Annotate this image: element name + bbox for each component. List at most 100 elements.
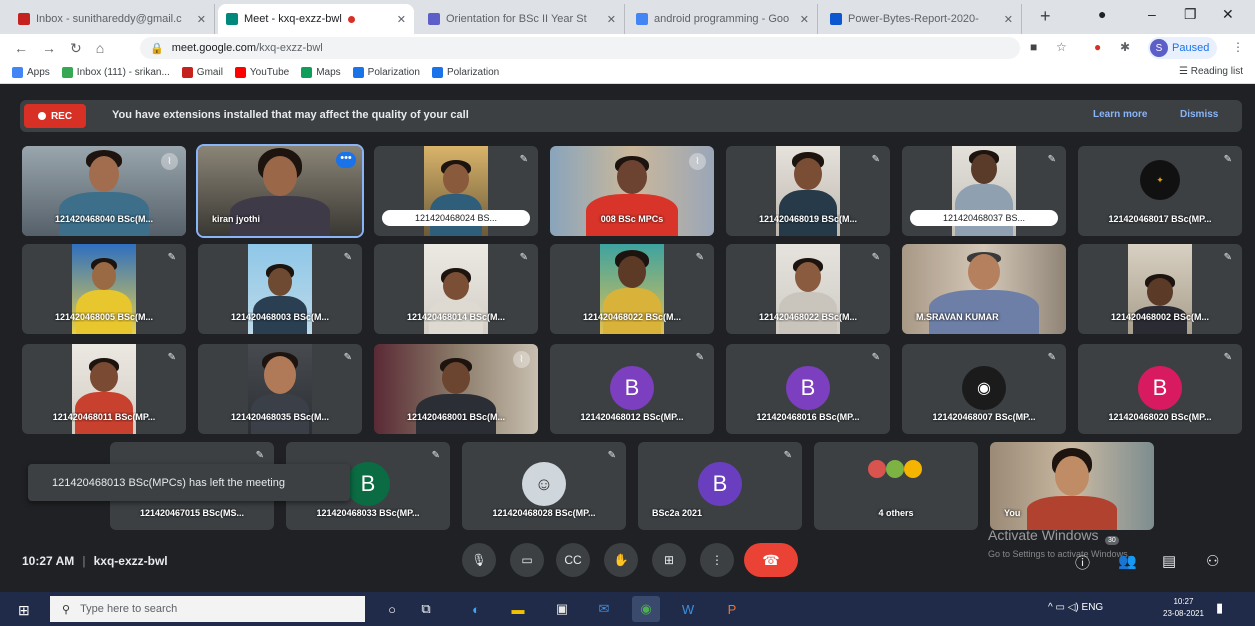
mic-icon[interactable]: ⌇ xyxy=(513,351,530,368)
mic-off-icon[interactable]: ✎ xyxy=(784,450,792,461)
participant-tile[interactable]: ✎ 121420468002 BSc(M... xyxy=(1078,244,1242,334)
mic-off-icon[interactable]: ✎ xyxy=(1224,352,1232,363)
bookmark-inbox[interactable]: Inbox (111) - srikan... xyxy=(61,67,170,78)
leave-call-button[interactable]: ☎ xyxy=(744,543,798,577)
mic-off-icon[interactable]: ✎ xyxy=(872,352,880,363)
mic-off-icon[interactable]: ✎ xyxy=(696,252,704,263)
present-button[interactable]: ⊞ xyxy=(652,543,686,577)
participant-tile[interactable]: ✎ 121420468024 BS... xyxy=(374,146,538,236)
bookmark-polarization-2[interactable]: Polarization xyxy=(431,67,499,78)
dismiss-button[interactable]: Dismiss xyxy=(1180,109,1218,120)
participant-tile[interactable]: B ✎ 121420468016 BSc(MP... xyxy=(726,344,890,434)
powerpoint-icon[interactable]: P xyxy=(718,596,746,622)
task-view-icon[interactable]: ⧉ xyxy=(412,596,440,622)
participant-tile[interactable]: ✎ 121420468022 BSc(M... xyxy=(550,244,714,334)
mic-icon[interactable]: ⌇ xyxy=(161,153,178,170)
mic-off-icon[interactable]: ✎ xyxy=(872,252,880,263)
participant-tile[interactable]: ✎ 121420468011 BSc(MP... xyxy=(22,344,186,434)
close-window-button[interactable]: ✕ xyxy=(1222,6,1234,23)
participant-tile[interactable]: ✎ 121420468005 BSc(M... xyxy=(22,244,186,334)
profile-button[interactable]: S Paused xyxy=(1148,37,1218,59)
close-icon[interactable]: ✕ xyxy=(794,13,809,26)
close-icon[interactable]: ✕ xyxy=(601,13,616,26)
participant-tile[interactable]: ✦ ✎ 121420468017 BSc(MP... xyxy=(1078,146,1242,236)
url-field[interactable]: 🔒 meet.google.com/kxq-exzz-bwl xyxy=(140,37,1020,59)
raise-hand-button[interactable]: ✋ xyxy=(604,543,638,577)
participant-tile[interactable]: ✎ 121420468037 BS... xyxy=(902,146,1066,236)
mail-icon[interactable]: ✉ xyxy=(590,596,618,622)
activities-button[interactable]: ⚇ xyxy=(1206,552,1219,570)
bookmark-polarization-1[interactable]: Polarization xyxy=(352,67,420,78)
tab-gmail[interactable]: Inbox - sunithareddy@gmail.c ✕ xyxy=(10,4,215,34)
new-tab-button[interactable]: + xyxy=(1040,6,1051,27)
people-button[interactable]: 👥 xyxy=(1118,552,1137,570)
mic-off-icon[interactable]: ✎ xyxy=(256,450,264,461)
mic-off-icon[interactable]: ✎ xyxy=(1048,352,1056,363)
participant-tile[interactable]: ⌇ 121420468040 BSc(M... xyxy=(22,146,186,236)
participant-tile[interactable]: ✎ 121420468014 BSc(M... xyxy=(374,244,538,334)
participant-tile[interactable]: B ✎ 121420468012 BSc(MP... xyxy=(550,344,714,434)
participant-tile[interactable]: ◉ ✎ 121420468007 BSc(MP... xyxy=(902,344,1066,434)
reload-icon[interactable]: ↻ xyxy=(70,40,82,57)
self-view-tile[interactable]: You xyxy=(990,442,1154,530)
profile-dot-icon[interactable]: ● xyxy=(1098,6,1106,22)
participant-tile[interactable]: ☺ ✎ 121420468028 BSc(MP... xyxy=(462,442,626,530)
file-explorer-icon[interactable]: ▬ xyxy=(504,596,532,622)
bookmark-youtube[interactable]: YouTube xyxy=(234,67,289,78)
windows-start-icon[interactable]: ⊞ xyxy=(18,602,30,619)
edge-icon[interactable]: ◐ xyxy=(462,596,490,622)
tab-google-search[interactable]: android programming - Goo ✕ xyxy=(628,4,818,34)
participant-tile[interactable]: B ✎ BSc2a 2021 xyxy=(638,442,802,530)
tab-power-bytes[interactable]: Power-Bytes-Report-2020- ✕ xyxy=(822,4,1022,34)
mic-off-icon[interactable]: ✎ xyxy=(168,252,176,263)
notification-icon[interactable]: ▮ xyxy=(1216,600,1223,616)
mic-button[interactable]: 🎙 xyxy=(462,543,496,577)
chat-button[interactable]: ▤ xyxy=(1162,552,1176,570)
bookmark-maps[interactable]: Maps xyxy=(301,67,341,78)
cortana-icon[interactable]: ○ xyxy=(378,596,406,622)
mic-icon[interactable]: ⌇ xyxy=(689,153,706,170)
menu-icon[interactable]: ⋮ xyxy=(1232,40,1244,54)
mic-off-icon[interactable]: ✎ xyxy=(344,252,352,263)
mic-off-icon[interactable]: ✎ xyxy=(520,154,528,165)
learn-more-link[interactable]: Learn more xyxy=(1093,109,1147,120)
chrome-icon[interactable]: ◉ xyxy=(632,596,660,622)
participant-tile[interactable]: ✎ 121420468035 BSc(M... xyxy=(198,344,362,434)
mic-off-icon[interactable]: ✎ xyxy=(696,352,704,363)
mic-off-icon[interactable]: ✎ xyxy=(344,352,352,363)
bookmark-gmail[interactable]: Gmail xyxy=(181,67,223,78)
taskbar-search[interactable]: ⚲ Type here to search xyxy=(50,596,365,622)
mic-off-icon[interactable]: ✎ xyxy=(168,352,176,363)
participant-tile[interactable]: ⌇ 008 BSc MPCs xyxy=(550,146,714,236)
participant-tile[interactable]: B ✎ 121420468020 BSc(MP... xyxy=(1078,344,1242,434)
mic-off-icon[interactable]: ✎ xyxy=(1048,154,1056,165)
bookmark-apps[interactable]: Apps xyxy=(12,67,50,78)
puzzle-icon[interactable]: ✱ xyxy=(1120,40,1130,54)
participant-tile[interactable]: ✎ 121420468003 BSc(M... xyxy=(198,244,362,334)
mic-off-icon[interactable]: ✎ xyxy=(608,450,616,461)
back-icon[interactable]: ← xyxy=(14,40,28,56)
forward-icon[interactable]: → xyxy=(42,40,56,56)
participant-tile[interactable]: ✎ 121420468022 BSc(M... xyxy=(726,244,890,334)
close-icon[interactable]: ✕ xyxy=(998,13,1013,26)
close-icon[interactable]: ✕ xyxy=(191,13,206,26)
system-tray[interactable]: ^ ▭ ◁) ENG xyxy=(1048,602,1103,613)
star-icon[interactable]: ☆ xyxy=(1056,40,1067,54)
camera-button[interactable]: ▭ xyxy=(510,543,544,577)
participant-tile[interactable]: M.SRAVAN KUMAR xyxy=(902,244,1066,334)
mic-off-icon[interactable]: ✎ xyxy=(1224,154,1232,165)
more-options-button[interactable]: ⋮ xyxy=(700,543,734,577)
participant-tile[interactable]: ⌇ 121420468001 BSc(M... xyxy=(374,344,538,434)
reading-list-button[interactable]: ☰ Reading list xyxy=(1179,66,1243,77)
captions-button[interactable]: CC xyxy=(556,543,590,577)
tab-orientation[interactable]: Orientation for BSc II Year St ✕ xyxy=(420,4,625,34)
info-button[interactable]: ⓘ xyxy=(1075,552,1090,573)
maximize-button[interactable]: ❐ xyxy=(1184,6,1197,23)
mic-off-icon[interactable]: ✎ xyxy=(520,252,528,263)
mic-off-icon[interactable]: ✎ xyxy=(432,450,440,461)
participant-tile[interactable]: ••• kiran jyothi xyxy=(196,144,364,238)
close-icon[interactable]: ✕ xyxy=(391,13,406,26)
tab-meet[interactable]: Meet - kxq-exzz-bwl ✕ xyxy=(218,4,414,34)
participant-tile[interactable]: 4 others xyxy=(814,442,978,530)
store-icon[interactable]: ▣ xyxy=(548,596,576,622)
